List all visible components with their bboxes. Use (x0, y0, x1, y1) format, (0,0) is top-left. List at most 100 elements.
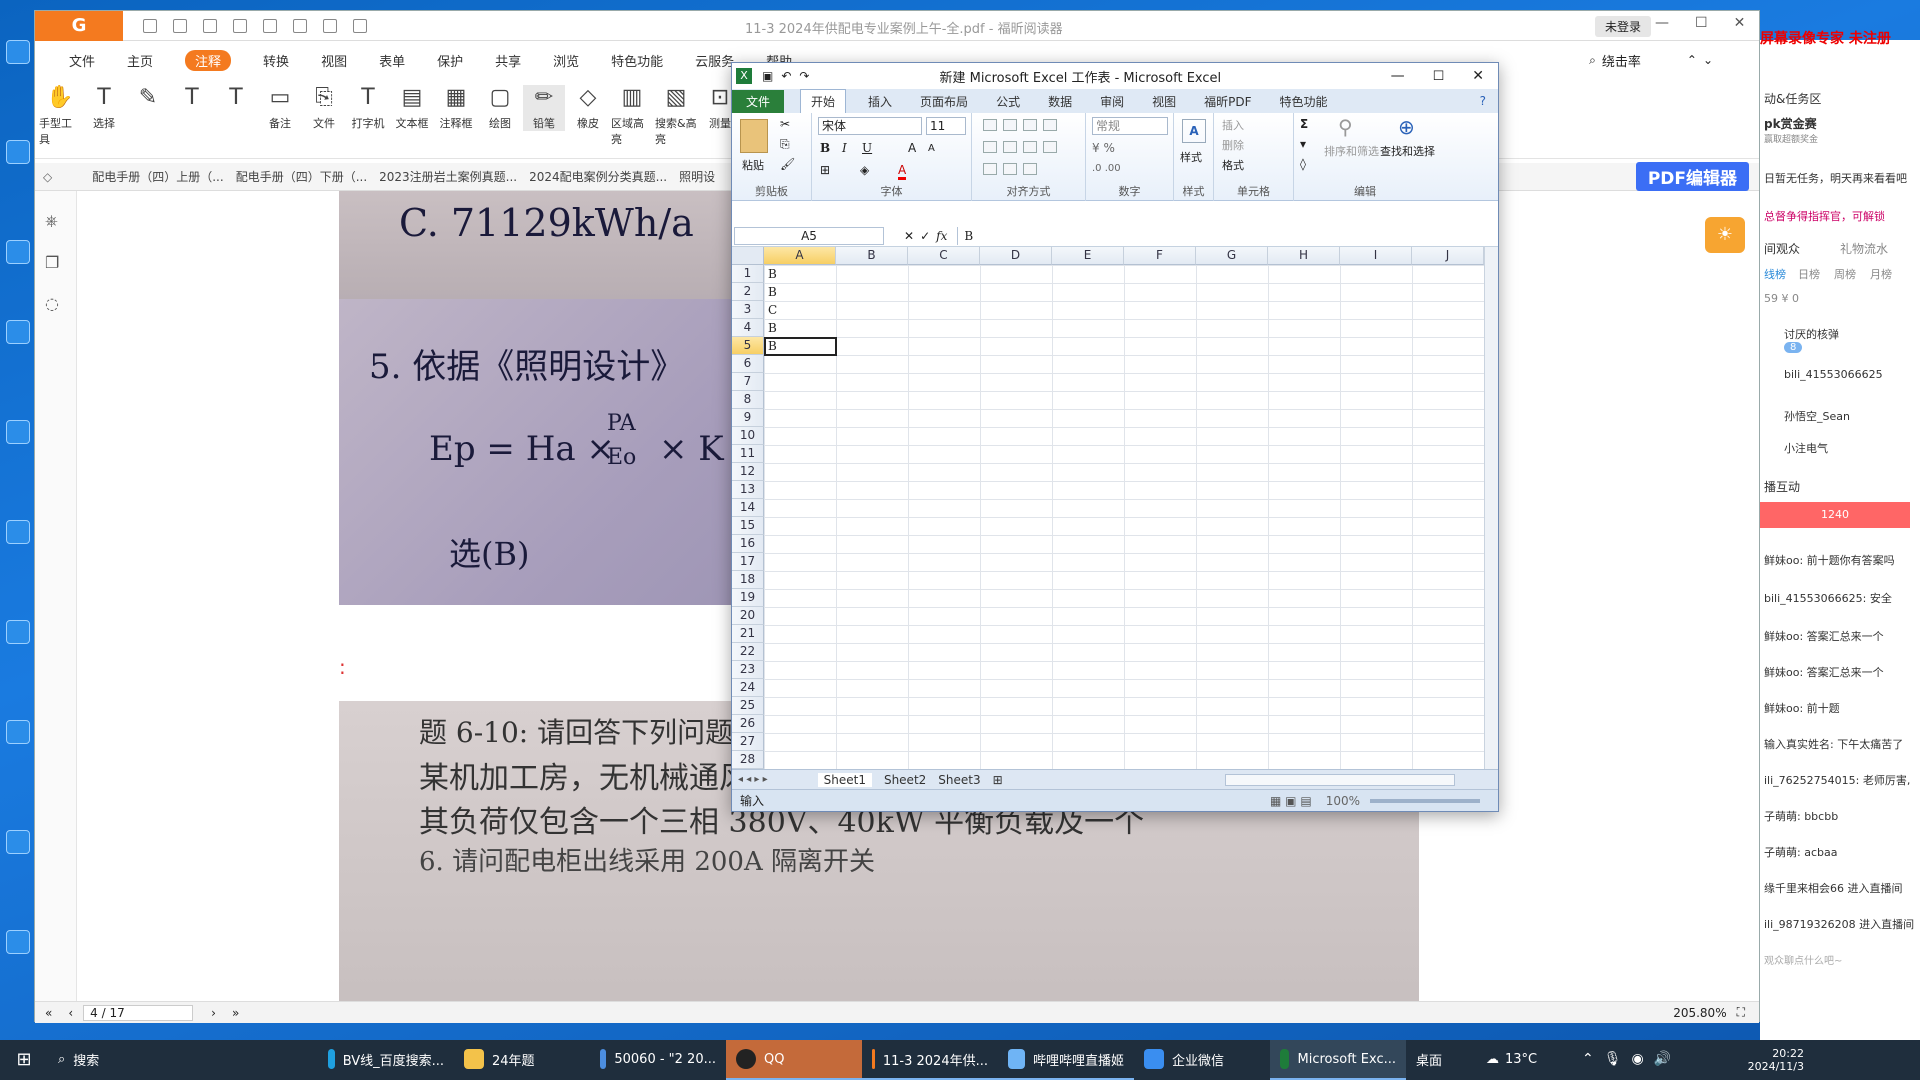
row-header[interactable]: 24 (732, 679, 764, 697)
underline-button[interactable]: T (171, 85, 213, 115)
tab-page-layout[interactable]: 页面布局 (920, 93, 968, 110)
row-header[interactable]: 8 (732, 391, 764, 409)
rank-tab[interactable]: 周榜 (1834, 266, 1856, 282)
clear-icon[interactable]: ◊ (1300, 157, 1306, 171)
redo-icon[interactable]: ↷ (799, 69, 809, 83)
row-header[interactable]: 25 (732, 697, 764, 715)
number-format-select[interactable]: 常规 (1092, 117, 1168, 135)
formula-input[interactable]: B (957, 226, 1498, 245)
indent-increase-icon[interactable] (1003, 163, 1017, 175)
pk-title[interactable]: pk赏金赛 (1764, 115, 1817, 132)
wechat-icon[interactable]: ◉ (1632, 1051, 1644, 1067)
rank-tab[interactable]: 日榜 (1798, 266, 1820, 282)
tab-data[interactable]: 数据 (1048, 93, 1072, 110)
column-header[interactable]: F (1124, 247, 1196, 265)
bold-icon[interactable]: B (820, 141, 830, 155)
desktop-icon[interactable] (6, 320, 30, 344)
tab-viewers[interactable]: 间观众 (1764, 240, 1800, 257)
viewer-name[interactable]: 孙悟空_Sean (1784, 408, 1850, 424)
taskbar-search[interactable]: ⌕ 搜索 (48, 1040, 318, 1080)
column-header[interactable]: B (836, 247, 908, 265)
border-icon[interactable]: ⊞ (820, 163, 830, 177)
autosum-icon[interactable]: Σ (1300, 117, 1308, 131)
menu-item[interactable]: 共享 (495, 51, 521, 70)
eraser-icon[interactable]: ◇ (43, 170, 52, 184)
column-header[interactable]: E (1052, 247, 1124, 265)
paste-button[interactable]: 粘贴 (742, 157, 764, 173)
bookmark-icon[interactable]: ⎈ (45, 211, 76, 231)
currency-icon[interactable]: ¥ % (1092, 141, 1115, 155)
search-icon[interactable]: ⌕ (1589, 53, 1596, 68)
column-header[interactable]: D (980, 247, 1052, 265)
close-icon[interactable]: ✕ (1734, 15, 1746, 31)
column-header[interactable]: C (908, 247, 980, 265)
row-header[interactable]: 28 (732, 751, 764, 769)
row-header[interactable]: 12 (732, 463, 764, 481)
viewer-name[interactable]: 小注电气 (1784, 440, 1828, 456)
task-wecom[interactable]: 企业微信 (1134, 1040, 1270, 1080)
desktop-icon[interactable] (6, 140, 30, 164)
tab-foxit-pdf[interactable]: 福昕PDF (1204, 93, 1251, 110)
pencil-button[interactable]: ✏ 铅笔 (523, 85, 565, 131)
row-header[interactable]: 21 (732, 625, 764, 643)
task-desktop[interactable]: 桌面 (1406, 1040, 1476, 1080)
minimize-icon[interactable]: — (1655, 15, 1669, 31)
minimize-icon[interactable]: — (1391, 68, 1405, 84)
next-page-icon[interactable]: › (211, 1006, 216, 1020)
row-header[interactable]: 16 (732, 535, 764, 553)
chevron-up-icon[interactable]: ⌃ (1687, 53, 1697, 67)
volume-icon[interactable]: 🔊 (1654, 1051, 1671, 1067)
callout-button[interactable]: ▦ 注释框 (435, 85, 477, 131)
select-tool-button[interactable]: T 选择 (83, 85, 125, 131)
column-header[interactable]: I (1340, 247, 1412, 265)
task-app[interactable]: 50060 - "2 20... (590, 1040, 726, 1080)
select-all-corner[interactable] (732, 247, 764, 265)
row-header[interactable]: 17 (732, 553, 764, 571)
sheet-tab-1[interactable]: Sheet1 (817, 772, 872, 787)
menu-item[interactable]: 保护 (437, 51, 463, 70)
new-sheet-icon[interactable]: ⊞ (993, 773, 1003, 787)
row-header[interactable]: 2 (732, 283, 764, 301)
sheet-tab-3[interactable]: Sheet3 (938, 773, 980, 787)
tab-home[interactable]: 开始 (800, 89, 847, 113)
binoculars-icon[interactable]: ⊕ (1398, 115, 1415, 139)
task-qq[interactable]: QQ (726, 1040, 862, 1080)
column-header[interactable]: A (764, 247, 836, 265)
row-header[interactable]: 15 (732, 517, 764, 535)
row-header[interactable]: 19 (732, 589, 764, 607)
menu-item[interactable]: 文件 (69, 51, 95, 70)
doc-tab[interactable]: 2023注册岩土案例真题... (379, 168, 517, 185)
tray-expand-icon[interactable]: ⌃ (1582, 1051, 1594, 1067)
viewer-name[interactable]: bili_41553066625 (1784, 368, 1883, 381)
rank-tab[interactable]: 线榜 (1764, 266, 1786, 282)
desktop-icon[interactable] (6, 420, 30, 444)
doc-tab[interactable]: 照明设 (679, 168, 715, 185)
menu-item[interactable]: 转换 (263, 51, 289, 70)
row-header[interactable]: 7 (732, 373, 764, 391)
cell-a1[interactable]: B (768, 265, 777, 283)
format-cells-button[interactable]: 格式 (1222, 157, 1244, 173)
row-header[interactable]: 11 (732, 445, 764, 463)
align-bottom-icon[interactable] (1023, 119, 1037, 131)
hand-icon[interactable] (323, 19, 337, 33)
copy-icon[interactable]: ⎘ (780, 137, 790, 152)
row-header[interactable]: 23 (732, 661, 764, 679)
column-header[interactable]: J (1412, 247, 1484, 265)
decimal-icon[interactable]: .0 .00 (1092, 163, 1121, 174)
first-page-icon[interactable]: « (45, 1006, 52, 1020)
drawing-button[interactable]: ▢ 绘图 (479, 85, 521, 131)
weather[interactable]: ☁ 13°C (1476, 1040, 1572, 1080)
highlight-button[interactable]: ✎ (127, 85, 169, 115)
excel-logo-icon[interactable]: X (736, 68, 752, 84)
menu-item[interactable]: 浏览 (553, 51, 579, 70)
last-page-icon[interactable]: » (232, 1006, 239, 1020)
sheet-nav-icon[interactable]: ◂ ◂ ▸ ▸ (738, 774, 768, 785)
search-highlight-button[interactable]: ▧ 搜索&高亮 (655, 85, 697, 147)
row-header[interactable]: 3 (732, 301, 764, 319)
task-foxit[interactable]: 11-3 2024年供... (862, 1040, 998, 1080)
strikeout-button[interactable]: T (215, 85, 257, 115)
row-header[interactable]: 22 (732, 643, 764, 661)
horizontal-scrollbar[interactable] (1224, 773, 1455, 786)
foxit-logo-icon[interactable]: G (35, 11, 123, 41)
chat-input[interactable]: 观众聊点什么吧~ (1764, 952, 1842, 967)
